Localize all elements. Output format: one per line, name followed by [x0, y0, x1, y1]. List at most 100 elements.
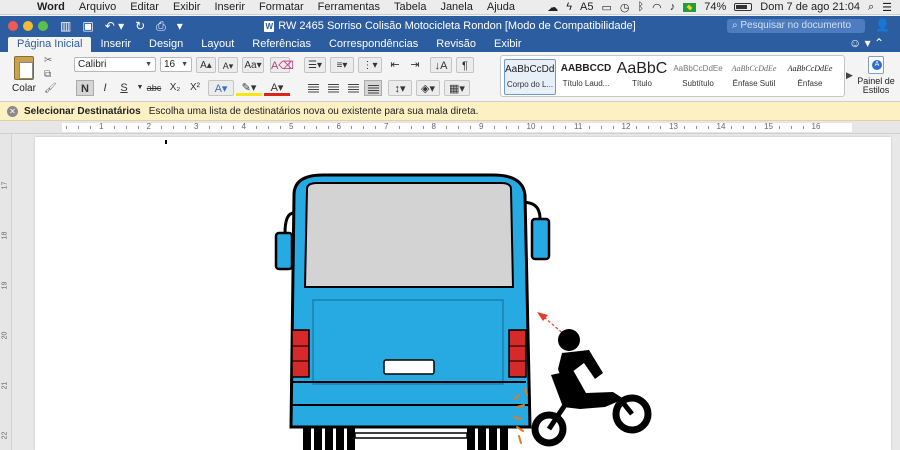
ruler-number: 11: [574, 122, 583, 131]
share-user-icon[interactable]: 👤: [875, 18, 890, 32]
horizontal-ruler[interactable]: 1 2 3 4 5 6 7 8 9 10 11 12 13 14 15 16: [0, 121, 900, 134]
tab-revisao[interactable]: Revisão: [427, 37, 485, 52]
borders-icon[interactable]: ▦▾: [444, 80, 470, 96]
ruler-tick: [280, 126, 282, 129]
collision-illustration[interactable]: [35, 137, 891, 450]
numbering-icon[interactable]: ≡▾: [330, 57, 354, 73]
italic-button[interactable]: I: [96, 80, 114, 96]
tab-design[interactable]: Design: [140, 37, 192, 52]
align-right-icon[interactable]: [344, 80, 362, 96]
highlight-color-icon[interactable]: ✎▾: [236, 80, 262, 96]
ruler-tick: [778, 126, 780, 129]
close-window-icon[interactable]: [8, 21, 18, 31]
style-subtitulo[interactable]: AaBbCcDdEe Subtítulo: [672, 59, 724, 95]
text-effects-icon[interactable]: A▾: [208, 80, 234, 96]
grow-font-icon[interactable]: A▴: [196, 57, 216, 73]
font-name-select[interactable]: Calibri ▼: [74, 57, 156, 72]
notification-center-icon[interactable]: ☰: [882, 1, 892, 14]
style-enfase[interactable]: AaBbCcDdEe Ênfase: [784, 59, 836, 95]
redo-icon[interactable]: ↻: [135, 19, 145, 33]
shrink-font-icon[interactable]: A▾: [218, 57, 238, 73]
airplay-icon[interactable]: ▭: [602, 1, 612, 14]
copy-icon[interactable]: ⧉: [44, 69, 57, 80]
menu-janela[interactable]: Janela: [433, 1, 479, 13]
document-page[interactable]: [35, 137, 891, 450]
increase-indent-icon[interactable]: ⇥: [406, 57, 424, 73]
strikethrough-button[interactable]: abc: [144, 80, 164, 96]
creative-cloud-icon[interactable]: ☁: [547, 1, 558, 14]
style-corpo-do-laudo[interactable]: AaBbCcDdE Corpo do L...: [504, 59, 556, 95]
menu-ferramentas[interactable]: Ferramentas: [311, 1, 387, 13]
print-icon[interactable]: ⎙: [156, 19, 166, 34]
styles-pane-icon: [868, 56, 884, 74]
tab-pagina-inicial[interactable]: Página Inicial: [8, 37, 92, 52]
show-paragraph-marks-icon[interactable]: ¶: [456, 57, 474, 73]
tab-inserir[interactable]: Inserir: [91, 37, 140, 52]
menu-ajuda[interactable]: Ajuda: [480, 1, 522, 13]
shading-icon[interactable]: ◈▾: [416, 80, 440, 96]
document-search-input[interactable]: ⌕ Pesquisar no documento: [727, 19, 865, 33]
font-color-icon[interactable]: A▾: [264, 80, 290, 96]
sort-icon[interactable]: ↓A: [430, 57, 452, 73]
menu-editar[interactable]: Editar: [123, 1, 166, 13]
tab-layout[interactable]: Layout: [192, 37, 243, 52]
volume-icon[interactable]: ♪: [670, 1, 676, 13]
superscript-button[interactable]: X²: [186, 80, 204, 96]
minimize-window-icon[interactable]: [23, 21, 33, 31]
menu-inserir[interactable]: Inserir: [207, 1, 252, 13]
menu-app-word[interactable]: Word: [30, 1, 72, 13]
tab-correspondencias[interactable]: Correspondências: [320, 37, 427, 52]
bus-left-mirror: [274, 231, 294, 271]
battery-percent[interactable]: 74%: [704, 1, 726, 13]
styles-pane-button[interactable]: Painel de Estilos: [856, 56, 896, 95]
document-canvas[interactable]: [12, 134, 900, 450]
sidebar-toggle-icon[interactable]: ▥: [60, 19, 71, 33]
undo-icon[interactable]: ↶ ▾: [105, 19, 124, 33]
bold-button[interactable]: N: [76, 80, 94, 96]
battery-icon[interactable]: [734, 3, 753, 11]
decrease-indent-icon[interactable]: ⇤: [386, 57, 404, 73]
multilevel-list-icon[interactable]: ⋮▾: [358, 57, 382, 73]
bluetooth-icon[interactable]: ᛒ: [638, 1, 645, 13]
close-message-icon[interactable]: ✕: [7, 106, 18, 117]
align-left-icon[interactable]: [304, 80, 322, 96]
menu-arquivo[interactable]: Arquivo: [72, 1, 123, 13]
underline-button[interactable]: S: [116, 80, 132, 96]
wifi-icon[interactable]: ◠: [652, 1, 662, 14]
align-center-icon[interactable]: [324, 80, 342, 96]
vertical-ruler[interactable]: 17 18 19 20 21 22: [0, 134, 12, 450]
zoom-window-icon[interactable]: [38, 21, 48, 31]
change-case-icon[interactable]: Aa▾: [242, 57, 264, 73]
style-titulo-laudo[interactable]: AABBCCD Título Laud...: [560, 59, 612, 95]
menu-tabela[interactable]: Tabela: [387, 1, 433, 13]
style-titulo[interactable]: AaBbC Título: [616, 59, 668, 95]
ruler-number: 6: [336, 122, 341, 131]
save-icon[interactable]: ▣: [82, 19, 93, 33]
customize-toolbar-icon[interactable]: ▾: [177, 19, 183, 33]
menu-exibir[interactable]: Exibir: [166, 1, 208, 13]
format-painter-icon[interactable]: 🖌: [44, 83, 57, 94]
font-size-select[interactable]: 16 ▼: [160, 57, 192, 72]
justify-icon[interactable]: [364, 80, 382, 96]
menu-formatar[interactable]: Formatar: [252, 1, 311, 13]
style-enfase-sutil[interactable]: AaBbCcDdEe Ênfase Sutil: [728, 59, 780, 95]
ruler-tick: [458, 126, 460, 129]
subscript-button[interactable]: X₂: [166, 80, 184, 96]
cut-icon[interactable]: ✂: [44, 55, 57, 66]
styles-more-icon[interactable]: ▶: [846, 70, 853, 81]
adobe-icon[interactable]: A5: [580, 1, 593, 13]
paste-button[interactable]: Colar: [6, 56, 42, 94]
tab-exibir[interactable]: Exibir: [485, 37, 531, 52]
clear-formatting-icon[interactable]: A⌫: [270, 57, 294, 73]
message-text: Escolha uma lista de destinatários nova …: [148, 106, 479, 117]
brazil-flag-icon[interactable]: [683, 2, 697, 12]
spotlight-search-icon[interactable]: ⌕: [868, 1, 874, 14]
time-machine-icon[interactable]: ◷: [620, 1, 630, 14]
line-spacing-icon[interactable]: ↕▾: [388, 80, 412, 96]
tab-referencias[interactable]: Referências: [243, 37, 320, 52]
paste-label: Colar: [12, 83, 36, 94]
flash-icon[interactable]: ϟ: [566, 1, 572, 13]
bullets-icon[interactable]: ☰▾: [304, 57, 326, 73]
clock[interactable]: Dom 7 de ago 21:04: [760, 1, 860, 13]
feedback-smiley-icon[interactable]: ☺ ▾ ⌃: [849, 36, 884, 50]
